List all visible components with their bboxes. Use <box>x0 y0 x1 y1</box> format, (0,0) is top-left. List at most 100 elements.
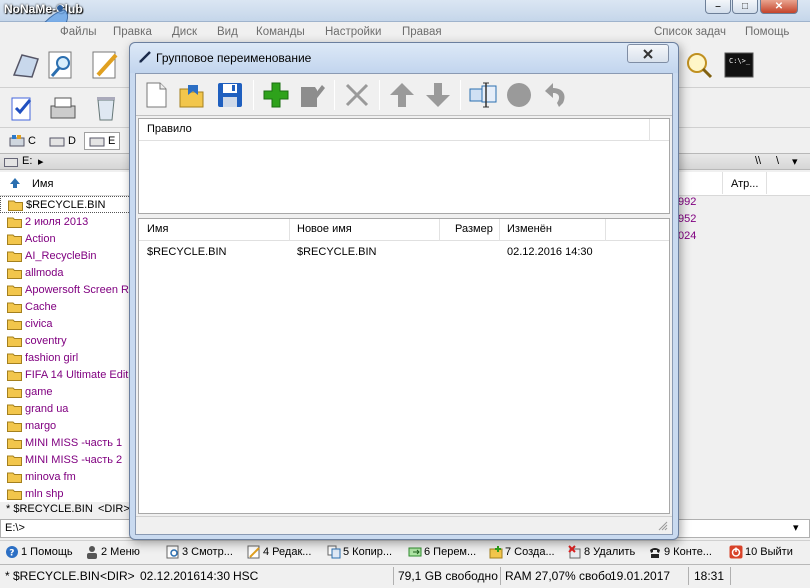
move-up-button[interactable] <box>386 79 418 111</box>
find-icon[interactable] <box>683 49 715 81</box>
file-name: grand ua <box>25 402 69 415</box>
drive-small-icon <box>4 156 18 167</box>
rule-column-header[interactable]: Правило <box>147 123 192 135</box>
dialog-close-button[interactable] <box>627 44 669 63</box>
dialog-titlebar[interactable]: Групповое переименование <box>130 43 678 73</box>
list-item[interactable]: allmoda <box>0 264 135 281</box>
root-button[interactable]: \\ <box>755 155 761 167</box>
menu-commands[interactable]: Команды <box>256 26 305 38</box>
menu-tasklist[interactable]: Список задач <box>654 26 726 38</box>
drive-e-button[interactable]: E <box>84 132 121 150</box>
size-column-header[interactable]: Размер <box>455 223 493 235</box>
list-item[interactable]: Apowersoft Screen Re <box>0 281 135 298</box>
preview-button[interactable] <box>467 79 499 111</box>
dialog-icon[interactable] <box>10 49 42 81</box>
column-divider <box>649 119 650 141</box>
menu-help[interactable]: Помощь <box>745 26 789 38</box>
list-item[interactable]: game <box>0 383 135 400</box>
printer-icon[interactable] <box>47 92 79 124</box>
f8-delete-button[interactable]: 8 Удалить <box>568 544 635 560</box>
file-name: Action <box>25 232 56 245</box>
menu-disk[interactable]: Диск <box>172 26 197 38</box>
table-row[interactable]: $RECYCLE.BIN $RECYCLE.BIN 02.12.2016 14:… <box>139 244 669 261</box>
folder-icon <box>7 251 22 262</box>
list-item[interactable]: FIFA 14 Ultimate Editi <box>0 366 135 383</box>
menu-settings[interactable]: Настройки <box>325 26 381 38</box>
f5-copy-button[interactable]: 5 Копир... <box>327 544 392 560</box>
sort-up-icon[interactable] <box>9 177 21 189</box>
edit-icon[interactable] <box>90 49 122 81</box>
undo-button[interactable] <box>539 79 571 111</box>
menu-view[interactable]: Вид <box>217 26 238 38</box>
parent-button[interactable]: \ <box>776 155 779 167</box>
console-icon[interactable]: C:\>_ <box>723 49 755 81</box>
name-column-header[interactable]: Имя <box>147 223 168 235</box>
f1-help-button[interactable]: ? 1 Помощь <box>5 544 73 560</box>
status-file: * $RECYCLE.BIN <box>5 569 100 583</box>
folder-icon <box>8 200 23 211</box>
list-item[interactable]: Cache <box>0 298 135 315</box>
delete-rule-button[interactable] <box>341 79 373 111</box>
resize-grip-icon[interactable] <box>658 521 668 531</box>
edit-rule-button[interactable] <box>296 79 328 111</box>
search-icon[interactable] <box>46 49 78 81</box>
f10-exit-button[interactable]: 10 Выйти <box>729 544 793 560</box>
f2-menu-button[interactable]: 2 Меню <box>85 544 140 560</box>
list-item[interactable]: civica <box>0 315 135 332</box>
batch-rename-dialog: Групповое переименование Правило Имя Нов… <box>129 42 679 540</box>
status-time: 14:30 <box>200 569 231 583</box>
menu-edit[interactable]: Правка <box>113 26 152 38</box>
list-item[interactable]: MINI MISS -часть 1 <box>0 434 135 451</box>
new-name-column-header[interactable]: Новое имя <box>297 223 352 235</box>
menu-right[interactable]: Правая <box>402 26 442 38</box>
list-item[interactable]: coventry <box>0 332 135 349</box>
column-attr[interactable]: Атр... <box>731 178 758 190</box>
recycle-bin-icon[interactable] <box>90 92 122 124</box>
column-divider <box>605 219 606 241</box>
open-rules-button[interactable] <box>176 79 208 111</box>
files-grid[interactable]: Имя Новое имя Размер Изменён $RECYCLE.BI… <box>138 218 670 514</box>
add-rule-button[interactable] <box>260 79 292 111</box>
drive-d-icon <box>49 137 65 147</box>
current-path[interactable]: E: <box>22 155 32 167</box>
move-down-button[interactable] <box>422 79 454 111</box>
folder-icon <box>7 268 22 279</box>
file-name: allmoda <box>25 266 64 279</box>
list-item[interactable]: minova fm <box>0 468 135 485</box>
modified-column-header[interactable]: Изменён <box>507 223 552 235</box>
f6-move-button[interactable]: 6 Перем... <box>408 544 476 560</box>
record-button[interactable] <box>503 79 535 111</box>
drive-c-icon <box>9 135 25 147</box>
history-dropdown-icon[interactable]: ▾ <box>792 155 798 168</box>
f5-label: 5 Копир... <box>343 546 393 558</box>
drive-d-button[interactable]: D <box>44 132 81 150</box>
folder-icon <box>7 336 22 347</box>
drive-c-button[interactable]: C <box>4 132 41 150</box>
command-history-icon[interactable]: ▾ <box>793 521 799 534</box>
list-item[interactable]: fashion girl <box>0 349 135 366</box>
close-button[interactable]: ✕ <box>760 0 798 14</box>
f7-create-button[interactable]: 7 Созда... <box>489 544 555 560</box>
menu-files[interactable]: Файлы <box>60 26 97 38</box>
list-item[interactable]: mln shp <box>0 485 135 502</box>
help-icon: ? <box>6 546 18 559</box>
save-rules-button[interactable] <box>214 79 246 111</box>
list-item[interactable]: 2 июля 2013 <box>0 213 135 230</box>
list-item[interactable]: margo <box>0 417 135 434</box>
rules-grid[interactable]: Правило <box>138 118 670 214</box>
list-item[interactable]: MINI MISS -часть 2 <box>0 451 135 468</box>
column-name[interactable]: Имя <box>32 178 53 190</box>
f9-context-button[interactable]: 9 Конте... <box>648 544 712 560</box>
status-divider <box>500 567 501 585</box>
new-rules-button[interactable] <box>140 79 172 111</box>
list-item[interactable]: Action <box>0 230 135 247</box>
list-item[interactable]: $RECYCLE.BIN <box>0 196 135 213</box>
list-item[interactable]: AI_RecycleBin <box>0 247 135 264</box>
maximize-button[interactable]: □ <box>732 0 758 14</box>
list-item[interactable]: grand ua <box>0 400 135 417</box>
minimize-button[interactable]: – <box>705 0 731 14</box>
f3-view-button[interactable]: 3 Смотр... <box>166 544 233 560</box>
file-name: 2 июля 2013 <box>25 215 89 228</box>
f4-edit-button[interactable]: 4 Редак... <box>247 544 311 560</box>
checklist-icon[interactable] <box>8 92 40 124</box>
